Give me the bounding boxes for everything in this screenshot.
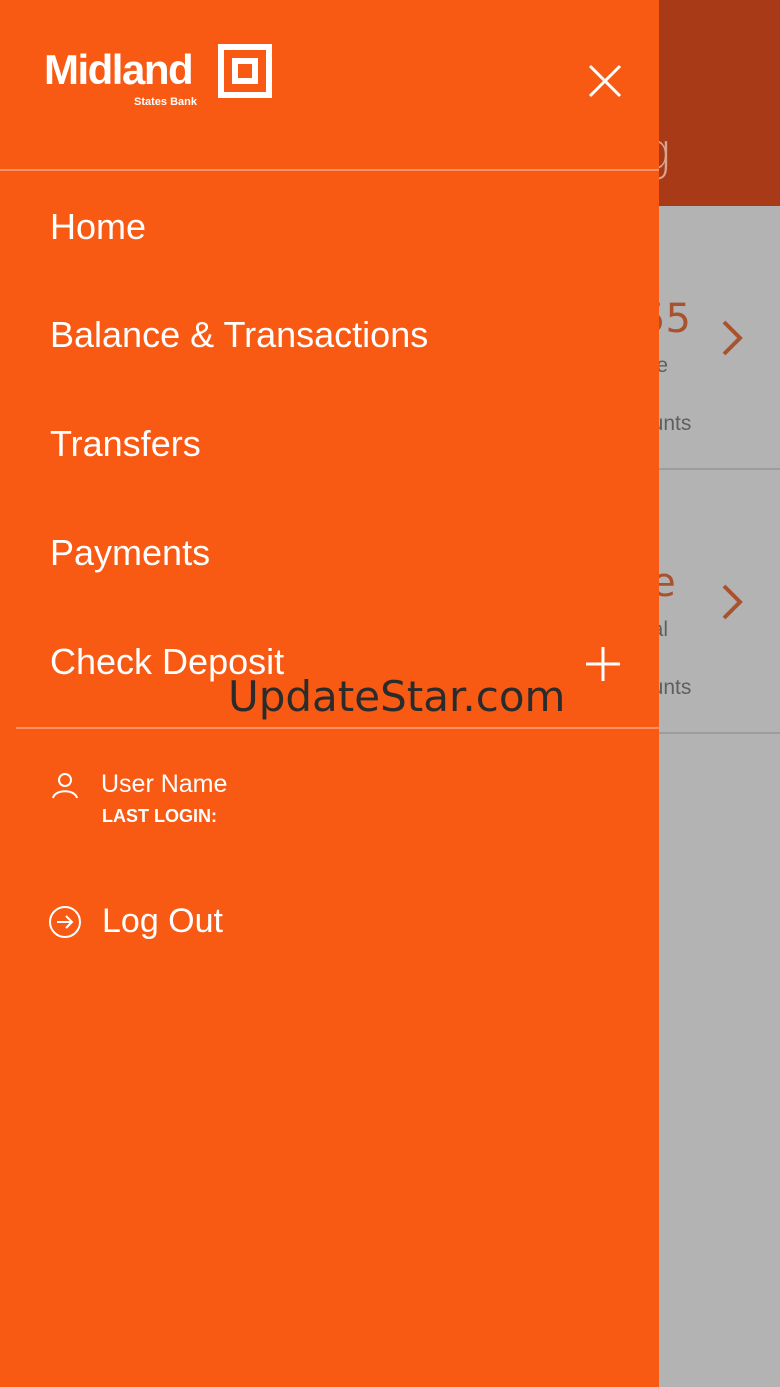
close-icon[interactable] — [582, 58, 628, 104]
header-divider — [0, 169, 659, 171]
chevron-right-icon[interactable] — [718, 582, 748, 622]
logo-wordmark: Midland — [44, 46, 194, 93]
logo-subtitle: States Bank — [134, 96, 197, 108]
chevron-right-icon[interactable] — [718, 318, 748, 358]
user-icon — [52, 773, 78, 799]
nav-item-payments[interactable]: Payments — [50, 532, 210, 574]
nav-divider — [16, 727, 659, 729]
user-name: User Name — [101, 770, 228, 798]
logout-arrow-icon — [49, 906, 81, 938]
watermark: UpdateStar.com — [228, 672, 566, 721]
logo-square-mark — [218, 44, 272, 98]
midland-logo: Midland States Bank — [44, 44, 276, 116]
last-login-label: LAST LOGIN: — [102, 806, 217, 826]
logout-label: Log Out — [102, 902, 223, 940]
nav-item-transfers[interactable]: Transfers — [50, 423, 201, 465]
plus-icon[interactable] — [584, 645, 622, 683]
nav-item-home[interactable]: Home — [50, 206, 146, 248]
nav-item-balance-transactions[interactable]: Balance & Transactions — [50, 314, 428, 356]
